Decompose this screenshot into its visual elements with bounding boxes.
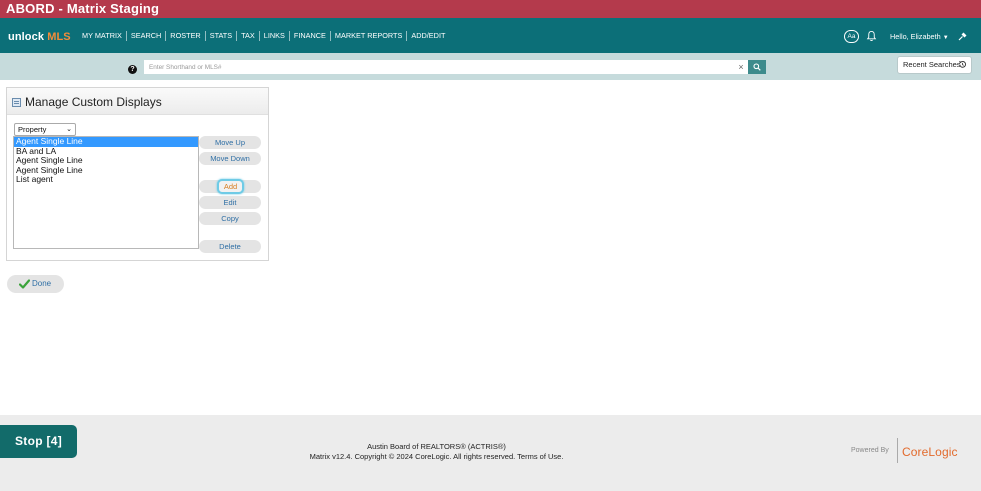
done-label: Done	[32, 279, 52, 288]
panel-header: Manage Custom Displays	[7, 88, 268, 115]
manage-custom-displays-panel: Manage Custom Displays Property ⌄ Agent S…	[6, 87, 269, 261]
greeting-text: Hello, Elizabeth	[890, 32, 941, 41]
list-item[interactable]: List agent	[14, 174, 198, 185]
chevron-down-icon: ▼	[942, 35, 949, 41]
done-button[interactable]: Done	[7, 275, 64, 293]
search-bar: ? × Recent Searches	[0, 53, 981, 80]
help-icon[interactable]: ?	[128, 65, 137, 74]
main-navbar: unlock MLS MY MATRIX SEARCH ROSTER STATS…	[0, 18, 981, 53]
nav-item-my-matrix[interactable]: MY MATRIX	[78, 31, 127, 41]
search-icon	[753, 63, 761, 71]
nav-item-finance[interactable]: FINANCE	[290, 31, 331, 41]
delete-button[interactable]: Delete	[199, 240, 261, 253]
powered-by-label: Powered By	[851, 447, 889, 454]
display-type-value: Property	[18, 125, 47, 134]
footer-association: Austin Board of REALTORS® (ACTRIS®)	[367, 442, 506, 451]
nav-item-tax[interactable]: TAX	[237, 31, 260, 41]
window-title: ABORD - Matrix Staging	[0, 0, 981, 18]
logo-mls-text: MLS	[47, 31, 71, 43]
search-input[interactable]	[144, 60, 749, 74]
footer: Stop [4] Austin Board of REALTORS® (ACTR…	[0, 415, 981, 491]
move-up-button[interactable]: Move Up	[199, 136, 261, 149]
clear-icon[interactable]: ×	[736, 62, 746, 72]
nav-item-roster[interactable]: ROSTER	[166, 31, 206, 41]
font-size-icon[interactable]: Aa	[844, 30, 859, 43]
move-down-button[interactable]: Move Down	[199, 152, 261, 165]
user-menu[interactable]: Hello, Elizabeth ▼	[890, 32, 949, 41]
nav-item-market-reports[interactable]: MARKET REPORTS	[331, 31, 408, 41]
nav-item-links[interactable]: LINKS	[260, 31, 290, 41]
search-button[interactable]	[748, 60, 766, 74]
chevron-down-icon: ⌄	[66, 126, 72, 133]
add-button[interactable]: Add	[217, 179, 244, 194]
recent-searches-button[interactable]: Recent Searches	[897, 56, 972, 74]
pin-icon[interactable]	[958, 31, 968, 41]
brand-divider	[897, 438, 898, 463]
recent-searches-label: Recent Searches	[903, 60, 961, 69]
stop-button[interactable]: Stop [4]	[0, 425, 77, 458]
logo-unlock-text: unlock	[8, 31, 45, 43]
copy-button[interactable]: Copy	[199, 212, 261, 225]
footer-copyright: Matrix v12.4. Copyright © 2024 CoreLogic…	[309, 452, 564, 461]
bell-icon[interactable]	[866, 30, 877, 42]
nav-menu: MY MATRIX SEARCH ROSTER STATS TAX LINKS …	[78, 31, 449, 41]
custom-displays-list[interactable]: Agent Single Line BA and LA Agent Single…	[13, 136, 199, 249]
corelogic-logo: CoreLogic	[902, 445, 958, 459]
edit-button[interactable]: Edit	[199, 196, 261, 209]
history-icon	[959, 60, 966, 68]
checkmark-icon	[19, 279, 30, 289]
nav-item-search[interactable]: SEARCH	[127, 31, 167, 41]
display-icon	[12, 98, 21, 107]
unlock-mls-logo[interactable]: unlock MLS	[8, 31, 71, 43]
display-type-select[interactable]: Property ⌄	[14, 123, 76, 136]
panel-title: Manage Custom Displays	[25, 95, 162, 109]
nav-item-stats[interactable]: STATS	[206, 31, 238, 41]
nav-item-add-edit[interactable]: ADD/EDIT	[407, 31, 449, 41]
